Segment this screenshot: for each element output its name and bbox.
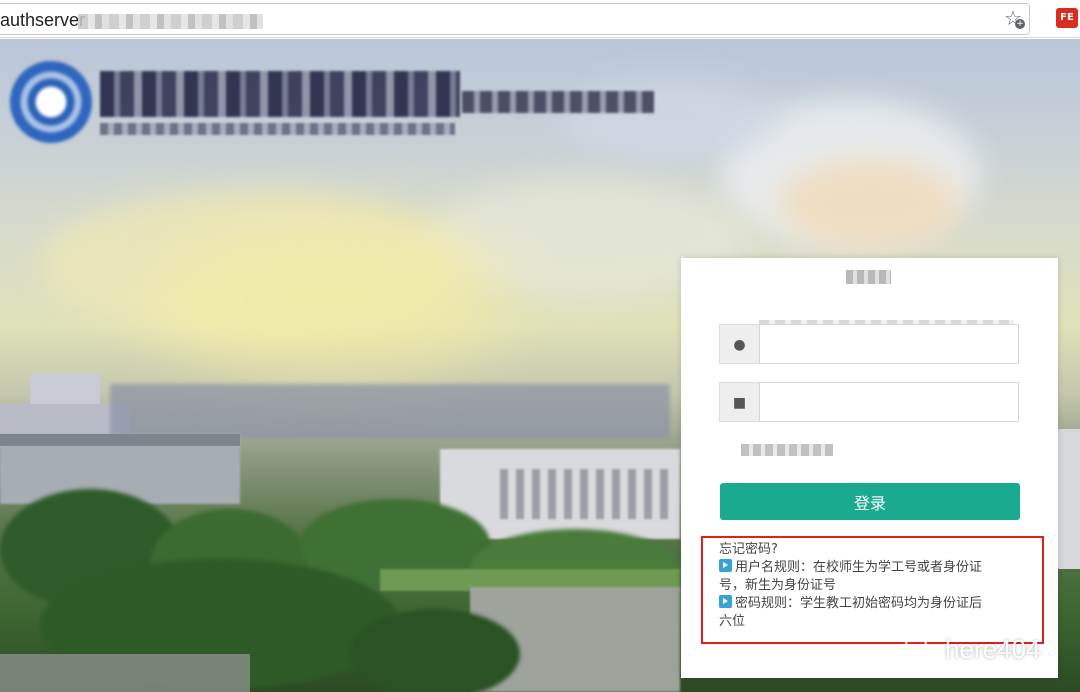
username-rule: 用户名规则：在校师生为学工号或者身份证 (719, 559, 1019, 577)
url-blurred-part (78, 14, 263, 29)
password-input[interactable] (759, 382, 1019, 422)
password-rule-cont: 六位 (719, 614, 746, 629)
forgot-password-link[interactable]: 忘记密码? (719, 541, 1019, 559)
info-icon (719, 559, 732, 572)
logo-subtitle-blurred (462, 91, 654, 113)
help-text: 忘记密码? 用户名规则：在校师生为学工号或者身份证 号，新生为身份证号 密码规则… (719, 541, 1019, 631)
browser-toolbar: authserver ☆ + FE (0, 0, 1080, 38)
info-icon (719, 595, 732, 608)
wechat-icon (905, 634, 939, 664)
username-input[interactable] (759, 324, 1019, 364)
url-text: authserver (0, 10, 86, 30)
user-icon: ● (719, 324, 759, 364)
bookmark-star-icon[interactable]: ☆ + (1002, 6, 1025, 30)
watermark: here404 (905, 632, 1040, 666)
university-emblem-icon (10, 61, 92, 143)
address-bar[interactable]: authserver (0, 3, 1030, 35)
extension-icon[interactable]: FE (1056, 8, 1078, 28)
login-title-blurred (846, 270, 891, 284)
username-row: ● (719, 320, 1019, 364)
lock-icon: ■ (719, 382, 759, 422)
password-rule: 密码规则：学生教工初始密码均为身份证后 (719, 595, 1019, 613)
login-button[interactable]: 登录 (720, 483, 1020, 520)
username-rule-cont: 号，新生为身份证号 (719, 578, 837, 593)
logo-english-blurred (100, 123, 455, 135)
logo-name-blurred (100, 71, 460, 117)
remember-me-blurred[interactable] (741, 444, 833, 456)
password-row: ■ (719, 382, 1019, 422)
login-panel: ● ■ 登录 忘记密码? 用户名规则：在校师生为学工号或者身份证 号，新生为身份… (681, 258, 1058, 678)
watermark-text: here404 (945, 633, 1041, 664)
